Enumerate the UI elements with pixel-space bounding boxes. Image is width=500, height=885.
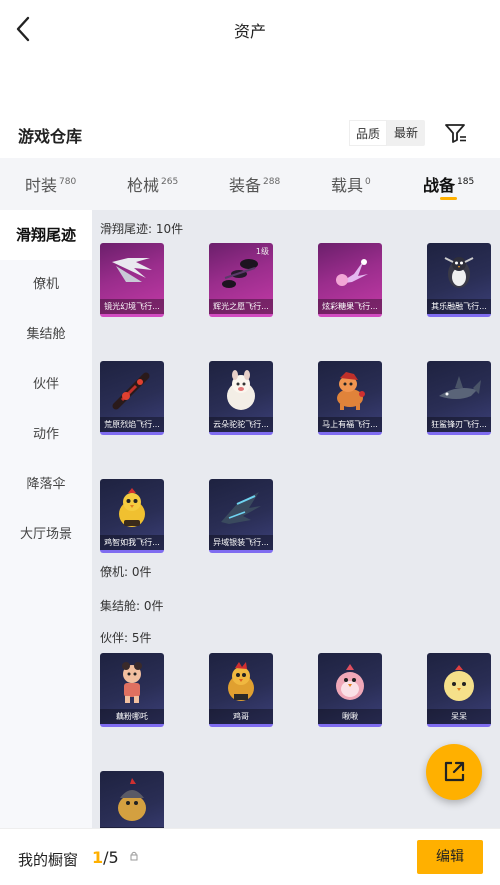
tab-vehicles[interactable]: 载具 0 xyxy=(331,172,371,196)
category-tabs: 时装 780 枪械 265 装备 288 载具 0 战备 185 xyxy=(0,158,500,210)
item-card[interactable]: 异域银装飞行... xyxy=(209,479,273,553)
tab-combat-gear[interactable]: 战备 185 xyxy=(423,172,474,196)
sidebar-item-lobby-scene[interactable]: 大厅场景 xyxy=(0,510,92,560)
sidebar-item-assembly-pod[interactable]: 集结舱 xyxy=(0,310,92,360)
showcase-total: /5 xyxy=(103,848,119,867)
sidebar-item-glide-trail[interactable]: 滑翔尾迹 xyxy=(0,210,92,260)
alpaca-icon xyxy=(227,370,255,410)
sidebar-item-emote[interactable]: 动作 xyxy=(0,410,92,460)
wing-trail-icon xyxy=(112,258,152,282)
group-label-trail: 滑翔尾迹: 10件 xyxy=(100,222,184,236)
group-label-partner: 伙伴: 5件 xyxy=(100,631,152,645)
tab-count: 265 xyxy=(161,177,179,187)
item-card[interactable]: 鸡哥 xyxy=(209,653,273,727)
item-card[interactable]: 镜光幻境飞行... xyxy=(100,243,164,317)
item-name: 啾啾 xyxy=(318,709,382,724)
penguin-icon xyxy=(444,257,474,288)
item-name: 炫彩糖果飞行... xyxy=(318,299,382,314)
item-card[interactable]: 荒原烈焰飞行... xyxy=(100,361,164,435)
candy-trail-icon xyxy=(336,259,368,286)
flame-trail-icon xyxy=(112,372,150,410)
group-label-drone: 僚机: 0件 xyxy=(100,565,152,579)
item-card[interactable]: 1级 辉光之愿飞行... xyxy=(209,243,273,317)
tab-fashion[interactable]: 时装 780 xyxy=(25,172,76,196)
filter-icon xyxy=(445,124,466,143)
item-grid-area: 滑翔尾迹: 10件 镜光幻境飞行... 1级 辉光之愿飞行... 炫彩糖果飞行.… xyxy=(92,210,500,830)
page-title: 资产 xyxy=(233,22,266,41)
item-name: 荒原烈焰飞行... xyxy=(100,417,164,432)
item-name: 狂鲨锋刃飞行... xyxy=(427,417,491,432)
tab-label: 时装 xyxy=(25,176,58,195)
sort-latest-button[interactable]: 最新 xyxy=(387,120,425,146)
tab-count: 0 xyxy=(365,177,371,187)
sort-quality-button[interactable]: 品质 xyxy=(349,120,387,146)
pink-bird-icon xyxy=(336,664,364,700)
tab-equipment[interactable]: 装备 288 xyxy=(229,172,280,196)
item-name: 鸡哥 xyxy=(209,709,273,724)
rooster-icon xyxy=(228,662,254,701)
warehouse-header: 游戏仓库 xyxy=(0,115,500,155)
tab-count: 185 xyxy=(457,177,475,187)
tab-label: 载具 xyxy=(331,176,364,195)
sidebar-item-wingman[interactable]: 僚机 xyxy=(0,260,92,310)
item-name: 其乐融融飞行... xyxy=(427,299,491,314)
chick-icon xyxy=(444,665,474,701)
tab-label: 枪械 xyxy=(127,176,160,195)
group-label-pod: 集结舱: 0件 xyxy=(100,599,164,613)
share-out-icon xyxy=(444,761,465,782)
showcase-current: 1 xyxy=(92,848,104,867)
mecha-wing-icon xyxy=(221,492,261,524)
filter-button[interactable] xyxy=(444,122,468,144)
item-card[interactable] xyxy=(100,771,164,830)
tab-count: 288 xyxy=(263,177,281,187)
item-card[interactable]: 呆呆 xyxy=(427,653,491,727)
sidebar-item-partner[interactable]: 伙伴 xyxy=(0,360,92,410)
item-card[interactable]: 藕粉哪吒 xyxy=(100,653,164,727)
knight-chicken-icon xyxy=(118,778,146,821)
item-name: 异域银装飞行... xyxy=(209,535,273,550)
item-card[interactable]: 鸡智如我飞行... xyxy=(100,479,164,553)
item-name: 镜光幻境飞行... xyxy=(100,299,164,314)
showcase-count: 1/5 xyxy=(92,848,119,867)
item-name: 辉光之愿飞行... xyxy=(209,299,273,314)
item-name: 藕粉哪吒 xyxy=(100,709,164,724)
warehouse-title: 游戏仓库 xyxy=(18,127,83,146)
shark-icon xyxy=(439,376,481,399)
sort-toggle: 品质 最新 xyxy=(349,120,425,146)
active-tab-indicator xyxy=(440,197,457,200)
tab-label: 战备 xyxy=(423,176,456,195)
nezha-icon xyxy=(122,662,142,703)
chicken-icon xyxy=(119,488,145,527)
item-level-badge: 1级 xyxy=(255,247,269,256)
horse-icon xyxy=(337,372,365,410)
item-name: 呆呆 xyxy=(427,709,491,724)
tab-count: 780 xyxy=(59,177,77,187)
lock-icon xyxy=(130,851,138,864)
top-bar: 资产 xyxy=(0,0,500,60)
showcase-bar: 我的橱窗 1/5 编辑 xyxy=(0,828,500,885)
sidebar-item-parachute[interactable]: 降落伞 xyxy=(0,460,92,510)
item-card[interactable]: 云朵驼驼飞行... xyxy=(209,361,273,435)
item-name: 鸡智如我飞行... xyxy=(100,535,164,550)
item-card[interactable]: 马上有福飞行... xyxy=(318,361,382,435)
item-card[interactable]: 啾啾 xyxy=(318,653,382,727)
item-card[interactable]: 狂鲨锋刃飞行... xyxy=(427,361,491,435)
share-button[interactable] xyxy=(426,744,482,800)
item-card[interactable]: 炫彩糖果飞行... xyxy=(318,243,382,317)
item-name: 云朵驼驼飞行... xyxy=(209,417,273,432)
tab-firearms[interactable]: 枪械 265 xyxy=(127,172,178,196)
item-name: 马上有福飞行... xyxy=(318,417,382,432)
item-card[interactable]: 其乐融融飞行... xyxy=(427,243,491,317)
edit-button[interactable]: 编辑 xyxy=(417,840,483,874)
subcategory-sidebar: 滑翔尾迹 僚机 集结舱 伙伴 动作 降落伞 大厅场景 xyxy=(0,210,92,830)
showcase-label: 我的橱窗 xyxy=(18,851,79,869)
tab-label: 装备 xyxy=(229,176,262,195)
